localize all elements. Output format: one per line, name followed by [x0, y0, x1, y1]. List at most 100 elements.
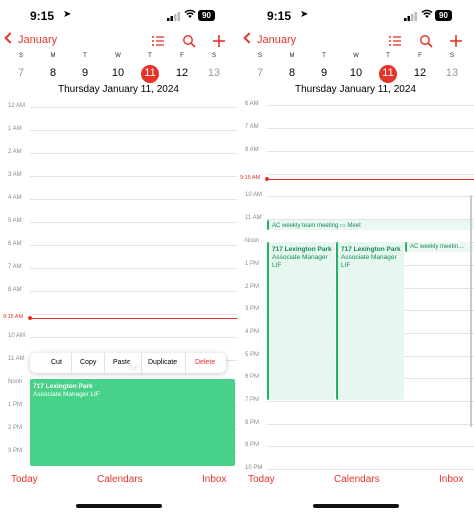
hour-label: 6 AM — [8, 241, 22, 247]
date-cell[interactable]: 12 — [405, 67, 435, 79]
cut-menu-item[interactable]: Cut — [51, 359, 62, 366]
hour-line — [30, 314, 237, 315]
weekday-letter: S — [18, 53, 23, 59]
weekday-letter: T — [322, 53, 326, 59]
back-to-month-button[interactable]: January — [243, 32, 296, 46]
search-icon[interactable] — [419, 34, 433, 48]
back-to-month-button[interactable]: January — [4, 32, 57, 46]
battery-indicator: 90 — [198, 10, 215, 21]
date-cell[interactable]: 9 — [309, 67, 339, 79]
hour-label: 1 PM — [245, 261, 260, 267]
plus-icon[interactable] — [212, 34, 226, 48]
calendars-button[interactable]: Calendars — [334, 474, 380, 485]
hour-line — [267, 424, 474, 425]
list-icon[interactable] — [151, 34, 165, 48]
current-time-dot — [265, 177, 269, 181]
weekday-letter: T — [386, 53, 390, 59]
hour-label: 10 PM — [245, 465, 263, 471]
event-title: 717 Lexington Park — [33, 383, 93, 390]
battery-indicator: 90 — [435, 10, 452, 21]
hour-line — [267, 401, 474, 402]
weekday-letter: S — [257, 53, 262, 59]
date-cell[interactable]: 13 — [437, 67, 467, 79]
location-arrow-icon: ➤ — [300, 9, 309, 20]
date-cell[interactable]: 7 — [6, 67, 36, 79]
delete-menu-item[interactable]: Delete — [195, 359, 215, 366]
event-subtitle: Associate Manager — [272, 254, 328, 261]
wifi-icon — [421, 9, 433, 18]
lexington-park-event-2[interactable]: 717 Lexington Park Associate Manager LIF — [336, 242, 404, 400]
hour-line — [267, 446, 474, 447]
event-subtitle-2: LIF — [341, 262, 351, 269]
weekday-letter: T — [148, 53, 152, 59]
event-location: Meet — [347, 223, 361, 229]
date-cell-selected[interactable]: 11 — [373, 67, 403, 79]
status-bar: 9:15 ➤ 90 — [0, 0, 237, 32]
event-subtitle-2: LIF — [272, 262, 282, 269]
date-cell[interactable]: 9 — [70, 67, 100, 79]
date-cell[interactable]: 12 — [167, 67, 197, 79]
video-camera-icon: ▭ — [340, 223, 346, 229]
today-button[interactable]: Today — [11, 474, 38, 485]
hour-label: 7 AM — [245, 124, 259, 130]
selected-full-date: Thursday January 11, 2024 — [57, 84, 179, 95]
event-subtitle: Associate Manager — [341, 254, 397, 261]
hour-label: 3 AM — [8, 172, 22, 178]
weekday-letter: F — [418, 53, 422, 59]
status-time: 9:15 — [30, 9, 55, 23]
ac-weekly-team-meeting-event[interactable]: AC weekly team meeting ▭ Meet — [267, 220, 474, 230]
hour-label: 3 PM — [8, 448, 23, 454]
inbox-button[interactable]: Inbox — [439, 474, 463, 485]
copy-menu-item[interactable]: Copy — [80, 359, 96, 366]
date-cell-selected[interactable]: 11 — [135, 67, 165, 79]
event-title: AC weekly team meeting — [272, 223, 339, 229]
right-calendar-screen: 9:15 ➤ 90 January S M T W T F S 7 8 9 10… — [237, 0, 474, 512]
duplicate-menu-item[interactable]: Duplicate — [148, 359, 177, 366]
date-cell[interactable]: 8 — [277, 67, 307, 79]
bottom-tab-bar: Today Calendars Inbox — [0, 474, 237, 488]
current-time-label: 9:15 AM — [240, 175, 261, 181]
date-cell[interactable]: 7 — [245, 67, 275, 79]
week-dates: 7 8 9 10 11 12 13 — [0, 64, 237, 84]
date-cell[interactable]: 13 — [199, 67, 229, 79]
event-title-line: AC weekly team meeting ▭ Meet — [272, 222, 474, 229]
date-cell[interactable]: 10 — [341, 67, 371, 79]
bottom-tab-bar: Today Calendars Inbox — [237, 474, 474, 488]
selected-event-block[interactable]: 717 Lexington Park Associate Manager LIF — [30, 379, 235, 466]
chevron-left-icon — [243, 32, 255, 44]
status-bar: 9:15 ➤ 90 — [237, 0, 474, 32]
plus-icon[interactable] — [449, 34, 463, 48]
hour-label: 5 PM — [245, 352, 260, 358]
hour-line — [267, 128, 474, 129]
status-time: 9:15 — [267, 9, 292, 23]
hour-label: 9 PM — [245, 442, 260, 448]
hour-label: 3 PM — [245, 306, 260, 312]
hour-label: 1 PM — [8, 402, 23, 408]
list-icon[interactable] — [388, 34, 402, 48]
hour-label: 1 AM — [8, 126, 22, 132]
chevron-left-icon — [4, 32, 16, 44]
menu-divider — [185, 353, 186, 373]
search-icon[interactable] — [182, 34, 196, 48]
date-cell[interactable]: 8 — [38, 67, 68, 79]
hour-label: 4 AM — [8, 195, 22, 201]
hour-line — [30, 337, 237, 338]
navigation-bar: January — [0, 32, 237, 52]
calendars-button[interactable]: Calendars — [97, 474, 143, 485]
weekday-letter: S — [449, 53, 454, 59]
weekday-letter: T — [83, 53, 87, 59]
hour-label: 6 AM — [245, 101, 259, 107]
timeline-scrollbar[interactable] — [470, 195, 472, 427]
hour-line — [267, 469, 474, 470]
lexington-park-event-1[interactable]: 717 Lexington Park Associate Manager LIF — [267, 242, 335, 400]
cellular-signal-icon — [404, 12, 417, 21]
hour-label: 12 AM — [8, 103, 26, 109]
today-button[interactable]: Today — [248, 474, 275, 485]
date-cell[interactable]: 10 — [103, 67, 133, 79]
selected-full-date: Thursday January 11, 2024 — [294, 84, 416, 95]
hour-line — [30, 176, 237, 177]
current-time-label: 9:15 AM — [3, 314, 24, 320]
ac-weekly-meeting-event[interactable]: AC weekly meetin… — [405, 242, 473, 252]
inbox-button[interactable]: Inbox — [202, 474, 226, 485]
hour-label: 8 AM — [8, 287, 22, 293]
